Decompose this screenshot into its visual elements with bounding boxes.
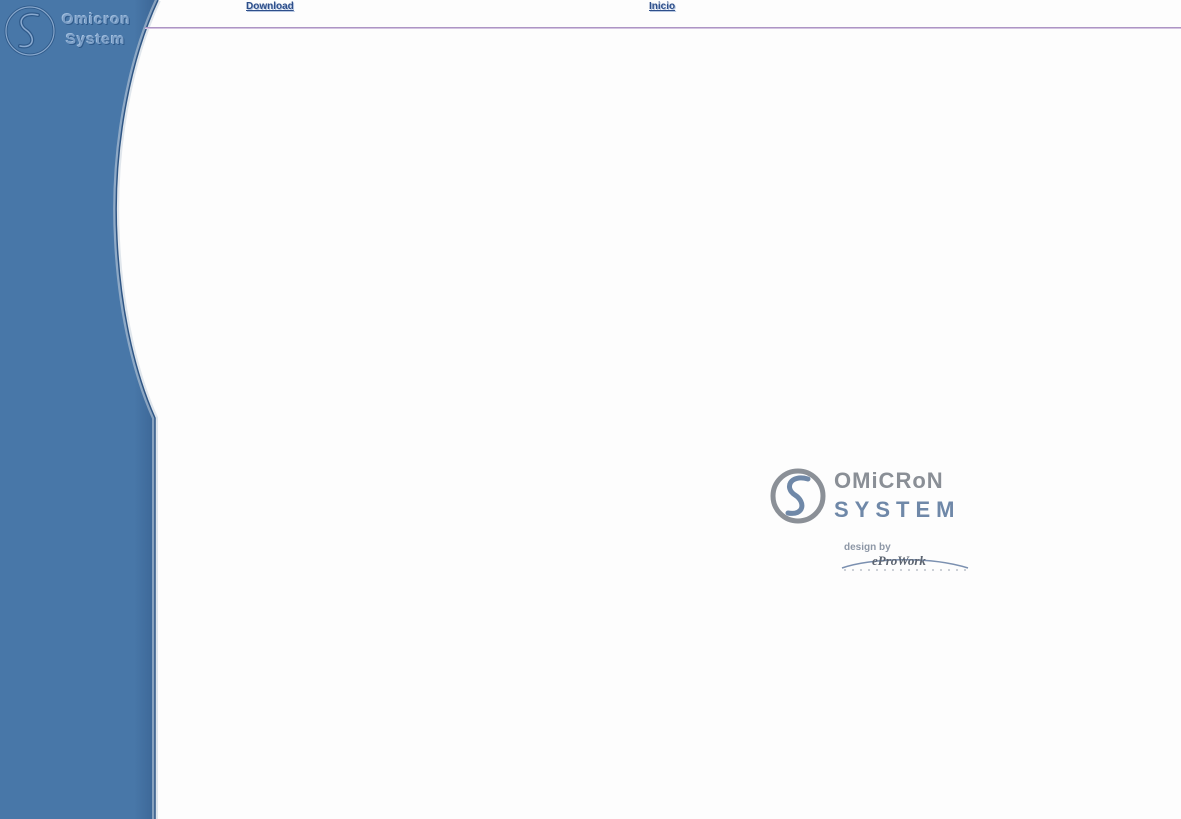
page: Omicron System Download Inicio OMiCRoN S… (0, 0, 1181, 819)
inicio-link[interactable]: Inicio (649, 1, 675, 13)
main-logo-title: OMiCRoN (834, 468, 944, 493)
download-link[interactable]: Download (246, 1, 294, 13)
design-credit-label: design by (844, 542, 891, 553)
sidebar-logo-title: Omicron (62, 11, 131, 28)
main-logo-subtitle: SYSTEM (834, 497, 961, 522)
sidebar-logo-subtitle: System (66, 31, 126, 48)
sidebar-background (0, 0, 161, 819)
header-divider (145, 27, 1181, 29)
design-credit-brand: eProWork (872, 553, 926, 568)
